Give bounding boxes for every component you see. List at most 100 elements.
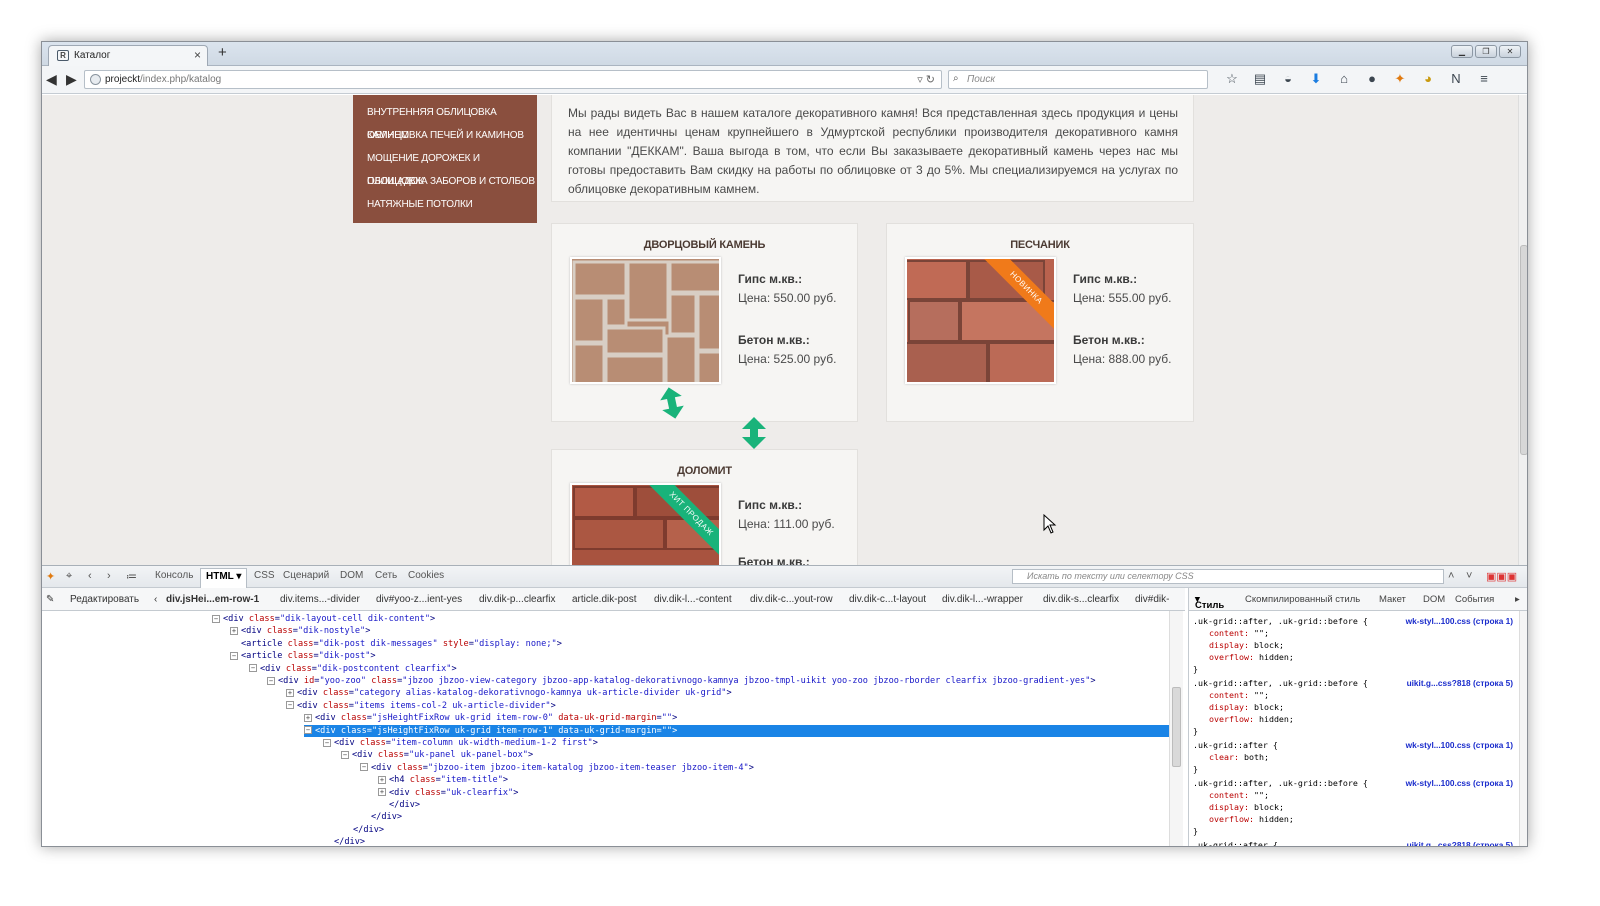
menu-item-paving[interactable]: Мощение дорожек и площадок: [353, 147, 537, 187]
tree-node[interactable]: − <div class="dik-postcontent clearfix">: [249, 663, 457, 675]
css-selector[interactable]: .uk-grid::after {: [1193, 739, 1278, 751]
devtools-search-input[interactable]: Искать по тексту или селектору CSS: [1012, 569, 1444, 584]
css-property[interactable]: display: block;: [1209, 639, 1284, 651]
inspect-icon[interactable]: ⌖: [66, 570, 72, 583]
css-rules-panel[interactable]: .uk-grid::after, .uk-grid::before {wk-st…: [1188, 611, 1519, 846]
scroll-thumb[interactable]: [1520, 245, 1527, 455]
tab-cookies[interactable]: Cookies: [408, 570, 444, 581]
back-icon[interactable]: ‹: [88, 570, 92, 582]
browser-tab[interactable]: R Каталог ×: [48, 45, 208, 66]
collapse-icon[interactable]: −: [267, 676, 275, 685]
tree-node[interactable]: <article class="dik-post dik-messages" s…: [230, 638, 562, 650]
tab-layout[interactable]: Макет: [1379, 594, 1406, 605]
menu-icon[interactable]: ≡: [1470, 71, 1498, 87]
breadcrumb-item[interactable]: div.dik-l...-wrapper: [942, 594, 1023, 605]
css-property[interactable]: content: "";: [1209, 627, 1269, 639]
css-source-link[interactable]: uikit.g...css?818 (строка 5): [1407, 677, 1513, 689]
reload-icon[interactable]: ▿ ↻: [917, 73, 935, 86]
css-property[interactable]: overflow: hidden;: [1209, 651, 1294, 663]
tab-script[interactable]: Сценарий: [283, 570, 329, 581]
breadcrumb-item[interactable]: div.dik-s...clearfix: [1043, 594, 1119, 605]
expand-icon[interactable]: +: [378, 775, 386, 784]
tab-css[interactable]: CSS: [254, 570, 275, 581]
expand-icon[interactable]: +: [230, 626, 238, 635]
tree-node[interactable]: − <div class="uk-panel uk-panel-box">: [341, 749, 533, 761]
collapse-icon[interactable]: −: [286, 701, 294, 710]
side-tabs-more-icon[interactable]: ▸: [1515, 594, 1520, 605]
css-source-link[interactable]: wk-styl...100.css (строка 1): [1406, 739, 1513, 751]
tab-console[interactable]: Консоль: [155, 570, 193, 581]
collapse-icon[interactable]: −: [360, 763, 368, 772]
css-property[interactable]: clear: both;: [1209, 751, 1269, 763]
site-info-icon[interactable]: [90, 74, 101, 85]
back-icon[interactable]: ◀: [46, 71, 57, 88]
expand-icon[interactable]: +: [286, 688, 294, 697]
edit-icon[interactable]: ✎: [46, 594, 54, 605]
collapse-icon[interactable]: −: [212, 614, 220, 623]
css-selector[interactable]: .uk-grid::after, .uk-grid::before {: [1193, 677, 1368, 689]
scroll-thumb[interactable]: [1172, 687, 1181, 767]
tab-style[interactable]: Стиль ▾: [1195, 594, 1224, 611]
close-window-icon[interactable]: ✕: [1499, 45, 1521, 58]
tab-side-dom[interactable]: DOM: [1423, 594, 1445, 605]
collapse-icon[interactable]: −: [230, 651, 238, 660]
search-bar[interactable]: ⌕ Поиск: [948, 70, 1208, 89]
bookmark-star-icon[interactable]: ☆: [1218, 71, 1246, 87]
n-extension-icon[interactable]: N: [1442, 71, 1470, 87]
menu-item-fences[interactable]: Облицовка заборов и столбов: [353, 170, 537, 193]
collapse-icon[interactable]: −: [249, 664, 257, 673]
search-up-icon[interactable]: ˄: [1448, 570, 1454, 582]
chat-icon[interactable]: ●: [1358, 71, 1386, 87]
restore-icon[interactable]: ❐: [1475, 45, 1497, 58]
css-source-link[interactable]: uikit.g...css?818 (строка 5): [1407, 839, 1513, 846]
product-title[interactable]: Песчаник: [887, 239, 1193, 251]
console-toggle-icon[interactable]: ≔: [126, 570, 137, 583]
breadcrumb-item[interactable]: div.items...-divider: [280, 594, 360, 605]
tree-node[interactable]: + <div class="category alias-katalog-deko…: [286, 687, 732, 699]
reading-list-icon[interactable]: ▤: [1246, 71, 1274, 87]
new-tab-icon[interactable]: +: [218, 44, 227, 61]
tree-node[interactable]: − <div class="item-column uk-width-medium…: [323, 737, 598, 749]
css-property[interactable]: display: block;: [1209, 701, 1284, 713]
tree-node[interactable]: + <div class="uk-clearfix">: [378, 787, 518, 799]
product-title[interactable]: Доломит: [552, 465, 857, 477]
tab-dom[interactable]: DOM: [340, 570, 363, 581]
product-image[interactable]: [570, 257, 721, 384]
tree-node[interactable]: + <h4 class="item-title">: [378, 774, 508, 786]
html-tree-scrollbar[interactable]: [1169, 611, 1183, 846]
tab-network[interactable]: Сеть: [375, 570, 397, 581]
breadcrumb-item[interactable]: div.dik-l...-content: [654, 594, 732, 605]
firebug-icon[interactable]: ✦: [46, 570, 55, 583]
breadcrumb-item[interactable]: div.jsHei...em-row-1: [166, 594, 259, 605]
devtools-window-controls-icon[interactable]: ▣▣▣: [1486, 570, 1517, 583]
tree-node[interactable]: − <div class="jbzoo-item jbzoo-item-katal…: [360, 762, 754, 774]
tree-node[interactable]: − <div class="dik-layout-cell dik-content…: [212, 613, 435, 625]
breadcrumb-item[interactable]: div.dik-c...yout-row: [750, 594, 833, 605]
breadcrumb-item[interactable]: div.dik-p...clearfix: [479, 594, 556, 605]
tree-node[interactable]: − <div class="jsHeightFixRow uk-grid item…: [304, 724, 1169, 737]
extension-icon[interactable]: ◕: [1414, 71, 1442, 87]
css-rules-scrollbar[interactable]: [1519, 611, 1527, 846]
css-selector[interactable]: .uk-grid::after {: [1193, 839, 1278, 846]
tree-node[interactable]: − <div id="yoo-zoo" class="jbzoo jbzoo-vi…: [267, 675, 1096, 687]
tree-node[interactable]: </div>: [378, 799, 420, 811]
css-property[interactable]: display: block;: [1209, 801, 1284, 813]
css-property[interactable]: overflow: hidden;: [1209, 713, 1294, 725]
pocket-icon[interactable]: ◒: [1274, 71, 1302, 87]
css-selector[interactable]: .uk-grid::after, .uk-grid::before {: [1193, 777, 1368, 789]
search-down-icon[interactable]: ˅: [1466, 570, 1472, 582]
menu-item-ceilings[interactable]: Натяжные потолки: [353, 193, 537, 216]
breadcrumb-scroll-icon[interactable]: ‹: [154, 594, 157, 605]
breadcrumb-item[interactable]: article.dik-post: [572, 594, 636, 605]
tree-node[interactable]: − <article class="dik-post">: [230, 650, 376, 662]
page-scrollbar[interactable]: [1518, 95, 1527, 565]
tree-node[interactable]: </div>: [323, 836, 365, 846]
css-source-link[interactable]: wk-styl...100.css (строка 1): [1406, 777, 1513, 789]
menu-item-inner-cladding[interactable]: Внутренняя облицовка камнем: [353, 101, 537, 141]
breadcrumb-item[interactable]: div#dik-: [1135, 594, 1169, 605]
product-title[interactable]: Дворцовый камень: [552, 239, 857, 251]
expand-icon[interactable]: +: [378, 788, 386, 797]
download-icon[interactable]: ⬇: [1302, 71, 1330, 87]
edit-button[interactable]: Редактировать: [70, 594, 139, 605]
firebug-icon[interactable]: ✦: [1386, 71, 1414, 87]
